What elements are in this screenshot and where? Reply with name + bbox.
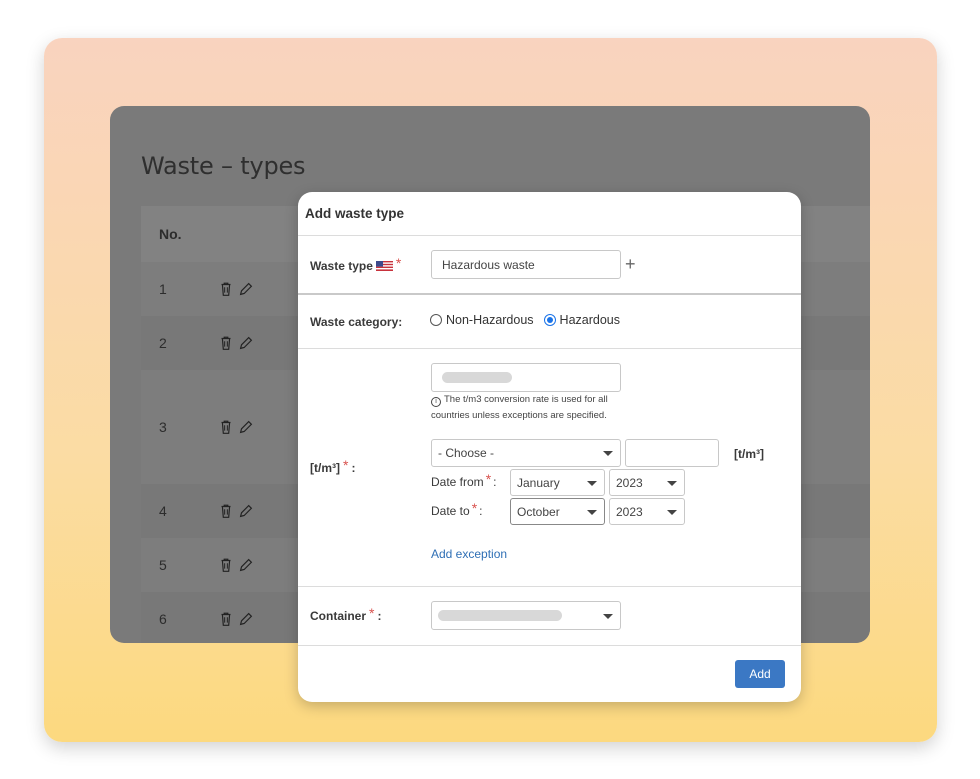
date-to-label: Date to *:: [431, 500, 483, 518]
input-placeholder: [442, 372, 512, 383]
add-exception-link[interactable]: Add exception: [431, 547, 507, 561]
divider: [298, 586, 801, 587]
pencil-icon[interactable]: [237, 556, 255, 574]
date-from-label: Date from *:: [431, 471, 497, 489]
radio-hazardous-label[interactable]: Hazardous: [560, 313, 620, 327]
row-number: 1: [159, 281, 167, 297]
trash-icon[interactable]: [217, 334, 235, 352]
add-button[interactable]: Add: [735, 660, 785, 688]
chevron-down-icon: [603, 451, 613, 456]
required-asterisk: *: [485, 471, 492, 487]
date-to-year-value: 2023: [616, 504, 643, 519]
date-from-label-text: Date from: [431, 475, 484, 489]
conversion-rate-input[interactable]: [431, 363, 621, 392]
row-number: 2: [159, 335, 167, 351]
pencil-icon[interactable]: [237, 610, 255, 628]
trash-icon[interactable]: [217, 556, 235, 574]
info-icon: i: [431, 397, 441, 407]
container-label-text: Container: [310, 609, 367, 623]
pencil-icon[interactable]: [237, 418, 255, 436]
exception-rate-input[interactable]: [625, 439, 719, 467]
required-asterisk: *: [343, 457, 349, 473]
required-asterisk: *: [369, 605, 375, 621]
row-number: 6: [159, 611, 167, 627]
row-number: 4: [159, 503, 167, 519]
container-select-placeholder: [438, 610, 562, 621]
country-select[interactable]: - Choose -: [431, 439, 621, 467]
waste-type-input[interactable]: Hazardous waste: [431, 250, 621, 279]
divider: [298, 235, 801, 236]
pencil-icon[interactable]: [237, 502, 255, 520]
date-from-year-select[interactable]: 2023: [609, 469, 685, 496]
date-from-year-value: 2023: [616, 475, 643, 490]
waste-type-label: Waste type *: [310, 255, 402, 274]
date-from-month-value: January: [517, 475, 560, 490]
pencil-icon[interactable]: [237, 280, 255, 298]
divider: [298, 348, 801, 349]
add-translation-icon[interactable]: +: [625, 254, 636, 275]
trash-icon[interactable]: [217, 418, 235, 436]
container-label: Container *:: [310, 605, 382, 623]
radio-non-hazardous[interactable]: [430, 314, 442, 326]
chevron-down-icon: [667, 509, 677, 515]
conversion-label: [t/m³] *:: [310, 457, 356, 476]
pencil-icon[interactable]: [237, 334, 255, 352]
divider: [298, 293, 801, 295]
add-waste-type-modal: Add waste type Waste type * Hazardous wa…: [298, 192, 801, 702]
chevron-down-icon: [667, 480, 677, 486]
unit-label: [t/m³]: [734, 447, 764, 461]
required-asterisk: *: [395, 255, 402, 271]
waste-category-label: Waste category:: [310, 315, 403, 329]
trash-icon[interactable]: [217, 610, 235, 628]
date-to-month-value: October: [517, 504, 560, 519]
radio-hazardous[interactable]: [543, 314, 556, 326]
chevron-down-icon: [603, 613, 613, 619]
required-asterisk: *: [471, 500, 478, 516]
page-title: Waste – types: [141, 152, 306, 180]
divider: [298, 645, 801, 646]
conversion-label-text: [t/m³]: [310, 461, 340, 475]
radio-non-hazardous-label[interactable]: Non-Hazardous: [446, 313, 534, 327]
row-number: 5: [159, 557, 167, 573]
us-flag-icon: [375, 261, 393, 271]
country-select-value: - Choose -: [438, 446, 495, 460]
chevron-down-icon: [587, 509, 597, 515]
conversion-label-colon: :: [351, 461, 356, 475]
column-header-no: No.: [159, 226, 182, 242]
row-number: 3: [159, 419, 167, 435]
date-to-month-select[interactable]: October: [510, 498, 605, 525]
container-select[interactable]: [431, 601, 621, 630]
conversion-hint: i The t/m3 conversion rate is used for al…: [431, 392, 641, 424]
waste-category-radio-group: Non-Hazardous Hazardous: [430, 313, 630, 327]
date-to-label-text: Date to: [431, 504, 470, 518]
date-to-year-select[interactable]: 2023: [609, 498, 685, 525]
date-from-month-select[interactable]: January: [510, 469, 605, 496]
trash-icon[interactable]: [217, 280, 235, 298]
waste-type-label-text: Waste type: [310, 259, 373, 273]
hint-text: The t/m3 conversion rate is used for all…: [431, 394, 608, 421]
modal-title: Add waste type: [305, 206, 405, 221]
chevron-down-icon: [587, 480, 597, 486]
trash-icon[interactable]: [217, 502, 235, 520]
